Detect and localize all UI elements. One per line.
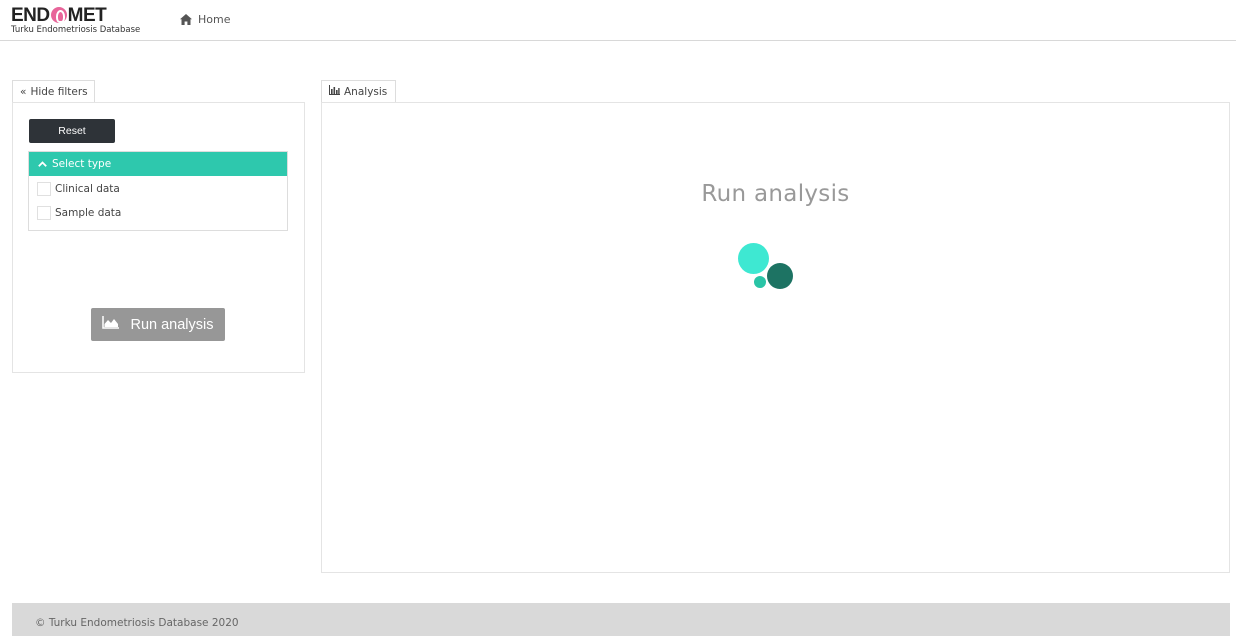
brand-logo[interactable]: END MET Turku Endometriosis Database	[11, 6, 161, 38]
clinical-data-checkbox[interactable]	[37, 182, 51, 196]
select-type-box: Select type Clinical data Sample data	[28, 151, 288, 231]
home-icon	[180, 14, 192, 25]
top-navbar: END MET Turku Endometriosis Database Home	[0, 0, 1236, 41]
footer: © Turku Endometriosis Database 2020	[12, 603, 1230, 636]
reset-button[interactable]: Reset	[29, 119, 115, 143]
loader-dot-large	[738, 243, 769, 274]
run-analysis-button[interactable]: Run analysis	[91, 308, 225, 341]
area-chart-icon	[102, 316, 120, 333]
sample-data-checkbox[interactable]	[37, 206, 51, 220]
option-clinical-data-label: Clinical data	[55, 183, 120, 195]
footer-copyright: © Turku Endometriosis Database 2020	[35, 617, 239, 629]
tab-analysis-label: Analysis	[344, 85, 388, 98]
brand-title-left: END	[11, 5, 50, 26]
select-type-header[interactable]: Select type	[29, 152, 287, 176]
run-analysis-label: Run analysis	[130, 316, 214, 333]
option-clinical-data[interactable]: Clinical data	[37, 182, 120, 196]
brand-title-right: MET	[67, 5, 107, 26]
tab-analysis[interactable]: Analysis	[321, 80, 396, 102]
brand-subtitle: Turku Endometriosis Database	[11, 25, 141, 35]
analysis-panel: Run analysis	[321, 102, 1230, 573]
select-type-label: Select type	[52, 158, 112, 170]
brand-title: END MET	[11, 5, 107, 26]
nav-home-link[interactable]: Home	[180, 13, 230, 26]
run-analysis-title: Run analysis	[701, 181, 850, 207]
option-sample-data[interactable]: Sample data	[37, 206, 121, 220]
tab-hide-filters[interactable]: « Hide filters	[12, 80, 95, 102]
loading-spinner	[734, 239, 798, 295]
chevron-up-icon	[38, 158, 47, 170]
nav-home-label: Home	[198, 13, 231, 26]
loader-dot-dark	[767, 263, 793, 289]
logo-mark-icon	[50, 7, 67, 23]
loader-dot-small	[754, 276, 766, 288]
tab-hide-filters-label: Hide filters	[30, 85, 88, 98]
filters-panel: Reset Select type Clinical data Sample d…	[12, 102, 305, 373]
option-sample-data-label: Sample data	[55, 207, 122, 219]
double-chevron-left-icon: «	[20, 85, 27, 98]
bar-chart-icon	[329, 85, 340, 98]
